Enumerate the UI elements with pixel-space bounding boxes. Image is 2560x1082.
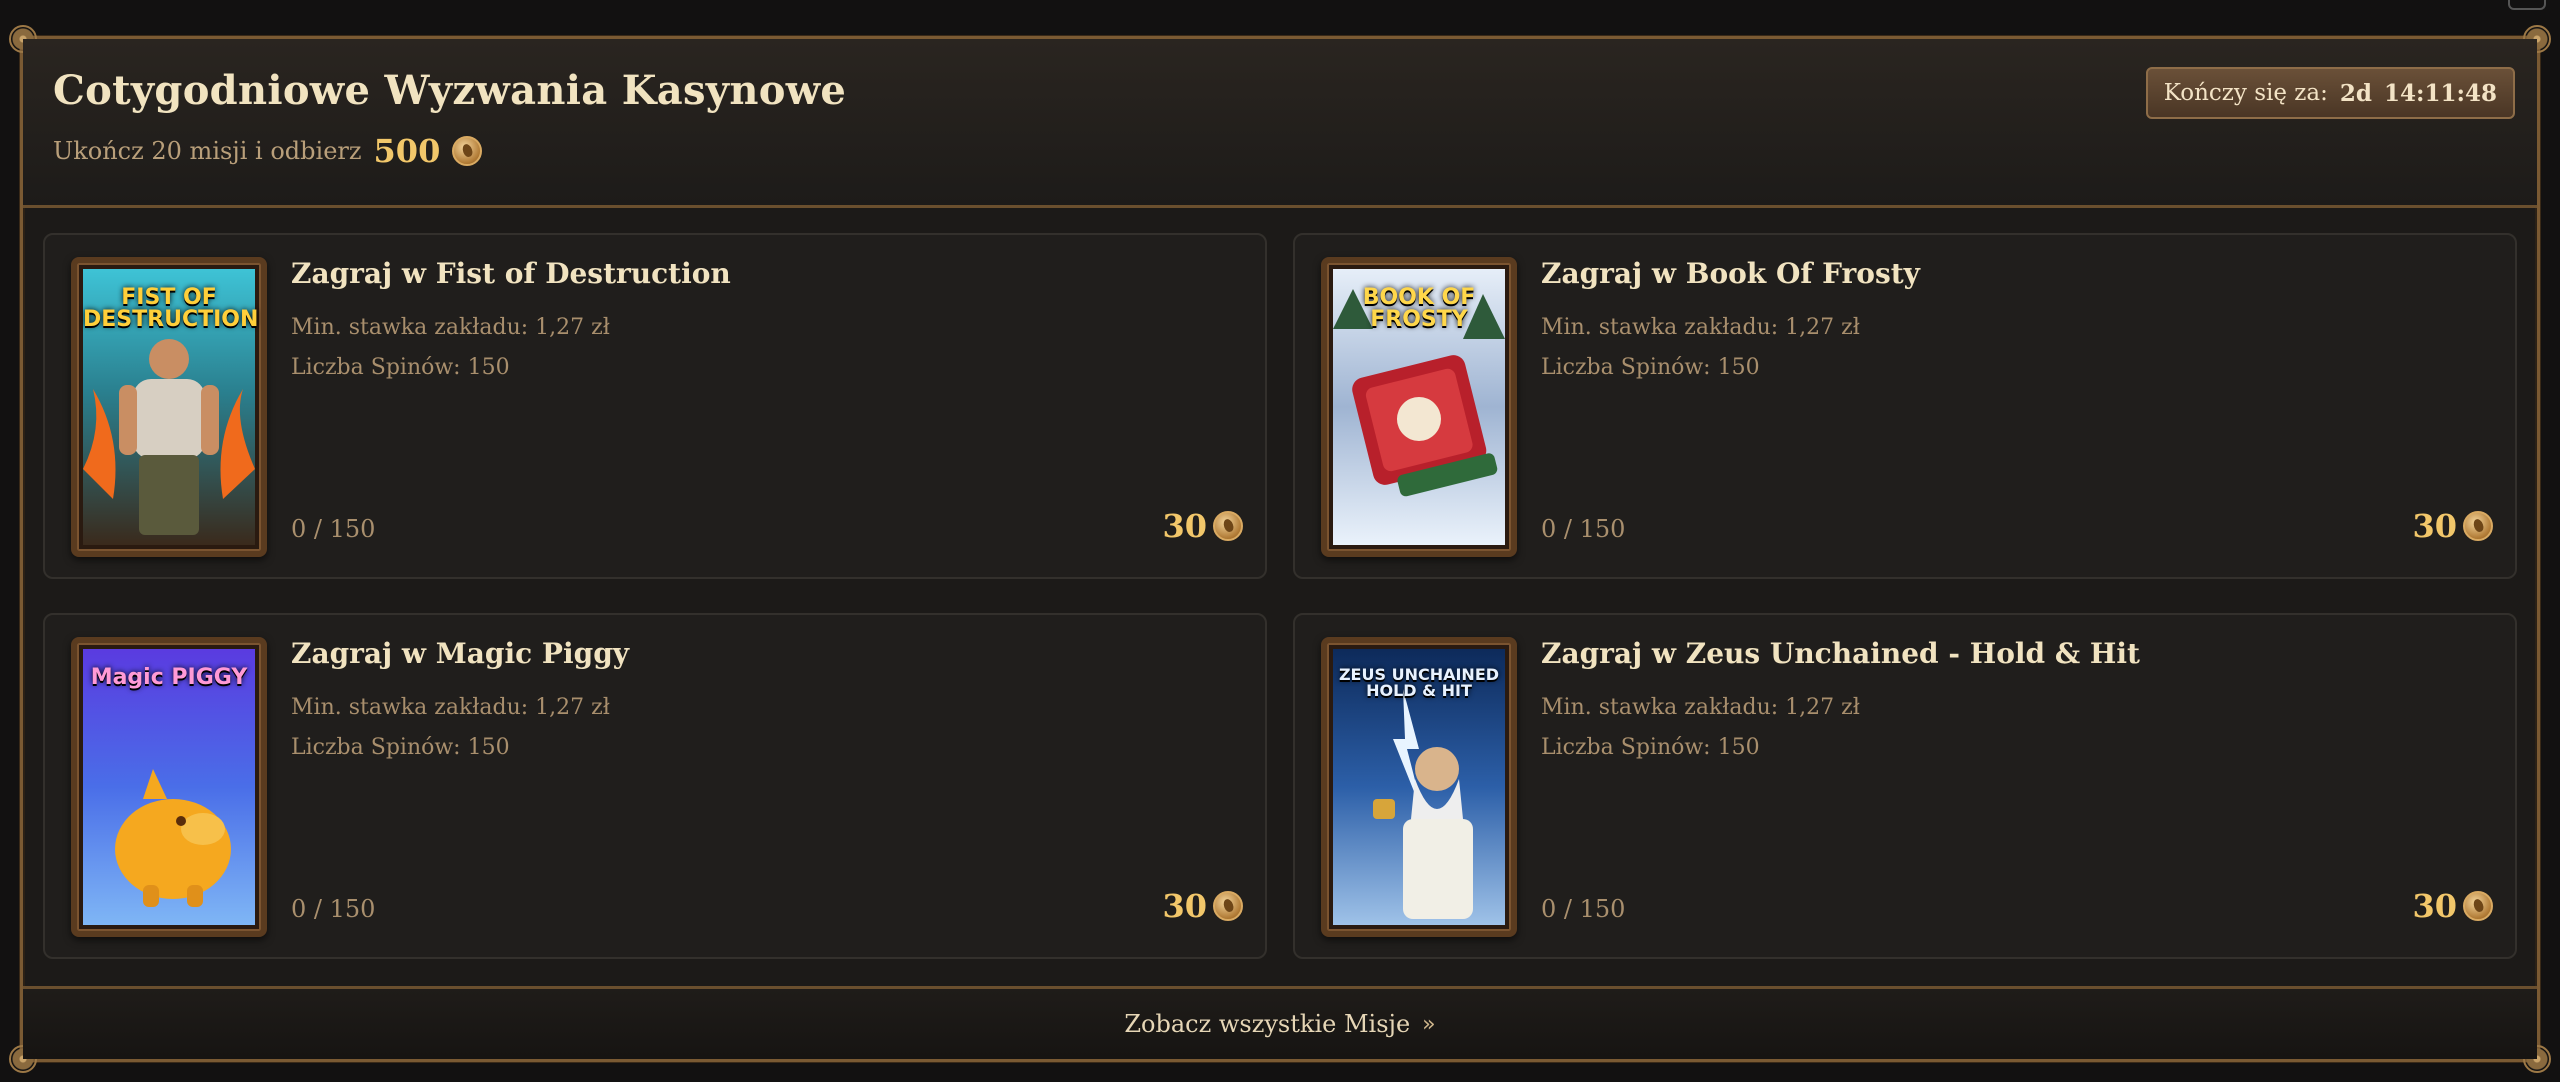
mission-min-bet: Min. stawka zakładu: 1,27 zł [1541,695,1860,720]
chevron-right-icon: » [1422,1011,1436,1037]
mission-title[interactable]: Zagraj w Magic Piggy [291,637,629,670]
mission-min-bet: Min. stawka zakładu: 1,27 zł [1541,315,1860,340]
game-thumbnail[interactable]: ZEUS UNCHAINED HOLD & HIT [1321,637,1517,937]
mission-title[interactable]: Zagraj w Fist of Destruction [291,257,731,290]
mission-progress: 0 / 150 [1541,895,1626,923]
game-thumbnail[interactable]: Magic PIGGY [71,637,267,937]
mission-spins: Liczba Spinów: 150 [291,735,510,760]
panel-title: Cotygodniowe Wyzwania Kasynowe [53,67,847,114]
coin-icon [1213,891,1243,921]
reward-value: 30 [2412,887,2457,925]
reward-value: 30 [1162,507,1207,545]
weekly-challenges-panel: Cotygodniowe Wyzwania Kasynowe Ukończ 20… [9,25,2551,1073]
countdown-timer: Kończy się za: 2d 14:11:48 [2145,67,2515,119]
mission-title[interactable]: Zagraj w Zeus Unchained - Hold & Hit [1541,637,2140,670]
see-all-missions-link[interactable]: Zobacz wszystkie Misje » [1124,1010,1435,1038]
coin-icon [1213,511,1243,541]
mission-reward: 30 [2412,887,2493,925]
mission-reward: 30 [1162,507,1243,545]
thumbnail-logo-text: Magic PIGGY [90,665,248,690]
mission-spins: Liczba Spinów: 150 [1541,735,1760,760]
coin-icon [452,136,483,166]
mission-spins: Liczba Spinów: 150 [1541,355,1760,380]
mission-progress: 0 / 150 [291,515,376,543]
window-corner-control [2508,0,2546,10]
timer-days: 2d [2339,79,2372,107]
timer-label: Kończy się za: [2163,80,2328,106]
mission-min-bet: Min. stawka zakładu: 1,27 zł [291,315,610,340]
reward-value: 30 [2412,507,2457,545]
mission-progress: 0 / 150 [291,895,376,923]
mission-min-bet: Min. stawka zakładu: 1,27 zł [291,695,610,720]
reward-value: 30 [1162,887,1207,925]
panel-header: Cotygodniowe Wyzwania Kasynowe Ukończ 20… [23,39,2537,208]
game-thumbnail[interactable]: BOOK OF FROSTY [1321,257,1517,557]
panel-subtitle: Ukończ 20 misji i odbierz 500 [53,131,483,171]
coin-icon [2463,891,2493,921]
subtitle-text: Ukończ 20 misji i odbierz [53,137,362,165]
mission-reward: 30 [1162,887,1243,925]
see-all-missions-label: Zobacz wszystkie Misje [1124,1010,1411,1038]
mission-title[interactable]: Zagraj w Book Of Frosty [1541,257,1920,290]
mission-reward: 30 [2412,507,2493,545]
mission-card[interactable]: BOOK OF FROSTY Zagraj w Book Of Frosty M… [1293,233,2517,579]
mission-card[interactable]: FIST OF DESTRUCTION Zagraj w Fist of Des… [43,233,1267,579]
thumbnail-logo-text: FIST OF DESTRUCTION [83,285,259,332]
thumbnail-logo-text: BOOK OF FROSTY [1362,285,1476,332]
timer-time: 14:11:48 [2383,79,2497,107]
coin-icon [2463,511,2493,541]
mission-card[interactable]: ZEUS UNCHAINED HOLD & HIT Zagraj w Zeus … [1293,613,2517,959]
thumbnail-logo-text: ZEUS UNCHAINED HOLD & HIT [1338,665,1500,700]
total-reward-value: 500 [373,132,441,170]
panel-footer: Zobacz wszystkie Misje » [23,986,2537,1059]
mission-spins: Liczba Spinów: 150 [291,355,510,380]
mission-progress: 0 / 150 [1541,515,1626,543]
magic-piggy-art [83,649,255,925]
game-thumbnail[interactable]: FIST OF DESTRUCTION [71,257,267,557]
mission-card[interactable]: Magic PIGGY Zagraj w Magic Piggy Min. st… [43,613,1267,959]
